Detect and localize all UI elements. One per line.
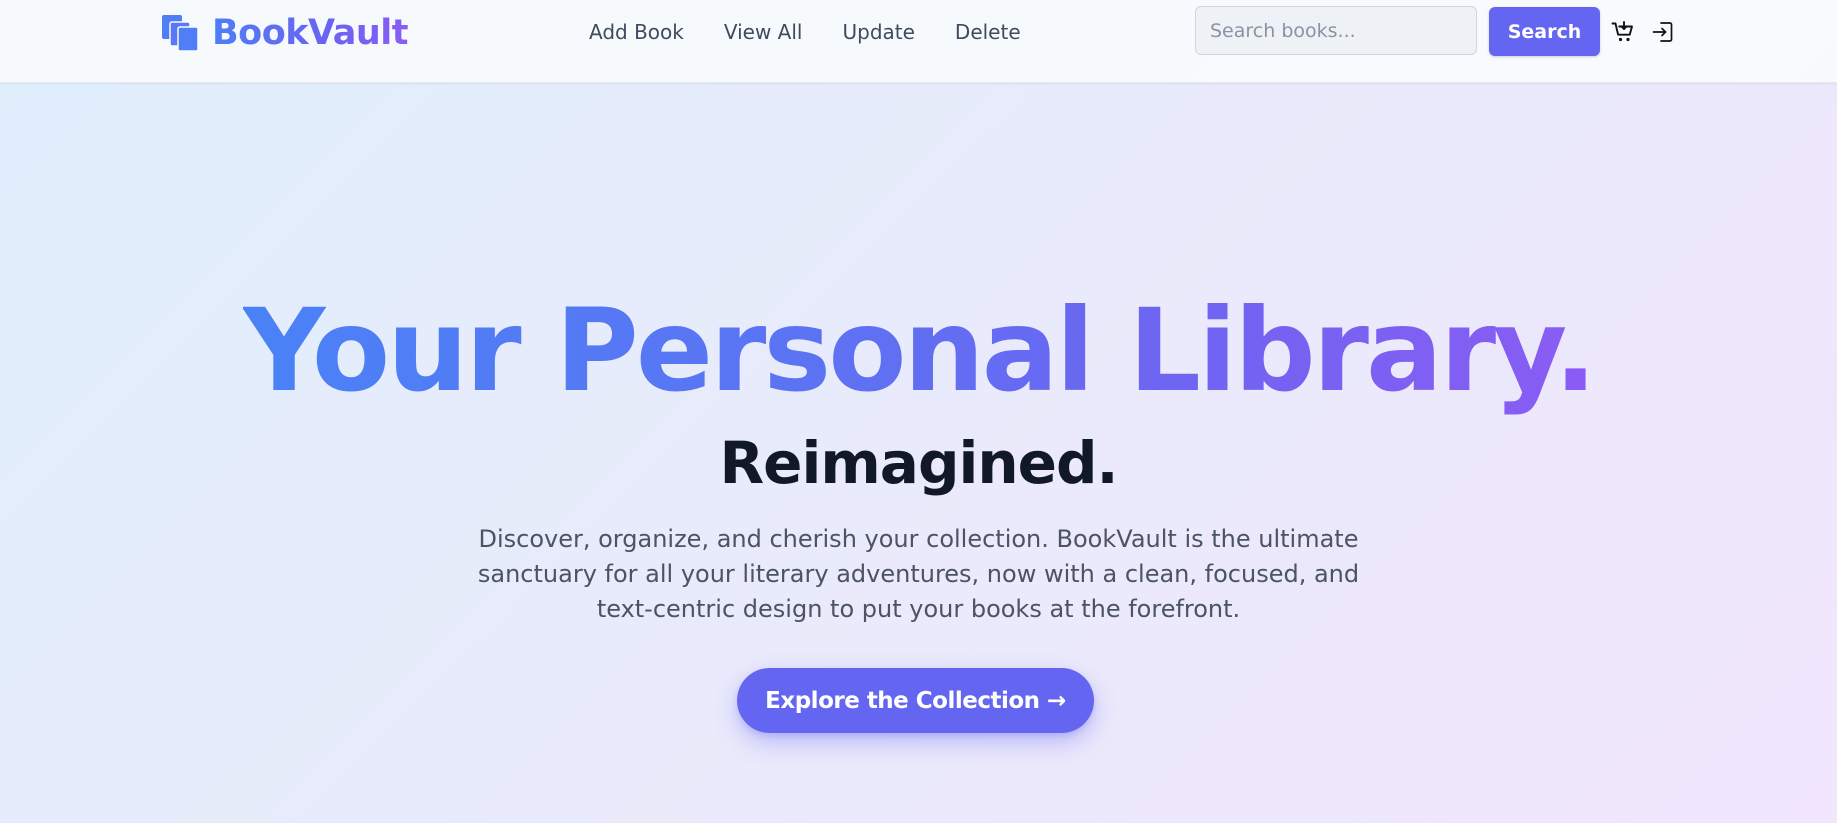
brand-logo[interactable]: BookVault bbox=[162, 13, 408, 53]
search-input[interactable] bbox=[1195, 6, 1477, 55]
nav-delete[interactable]: Delete bbox=[955, 19, 1021, 45]
stacked-books-icon bbox=[162, 15, 200, 51]
hero-title-text: Your Personal Library. bbox=[242, 284, 1597, 417]
login-icon[interactable] bbox=[1650, 19, 1676, 45]
nav-view-all[interactable]: View All bbox=[724, 19, 803, 45]
explore-collection-button[interactable]: Explore the Collection → bbox=[737, 668, 1094, 733]
main-nav: Add Book View All Update Delete bbox=[589, 19, 1021, 45]
nav-add-book[interactable]: Add Book bbox=[589, 19, 684, 45]
top-navbar: BookVault Add Book View All Update Delet… bbox=[0, 0, 1837, 83]
cart-icon[interactable] bbox=[1610, 19, 1636, 45]
nav-update[interactable]: Update bbox=[842, 19, 914, 45]
hero-description: Discover, organize, and cherish your col… bbox=[477, 525, 1360, 623]
search-button[interactable]: Search bbox=[1489, 7, 1600, 56]
brand-name: BookVault bbox=[212, 13, 408, 53]
hero-title: Your Personal Library. bbox=[0, 281, 1837, 421]
hero-subtitle: Reimagined. bbox=[719, 429, 1118, 497]
